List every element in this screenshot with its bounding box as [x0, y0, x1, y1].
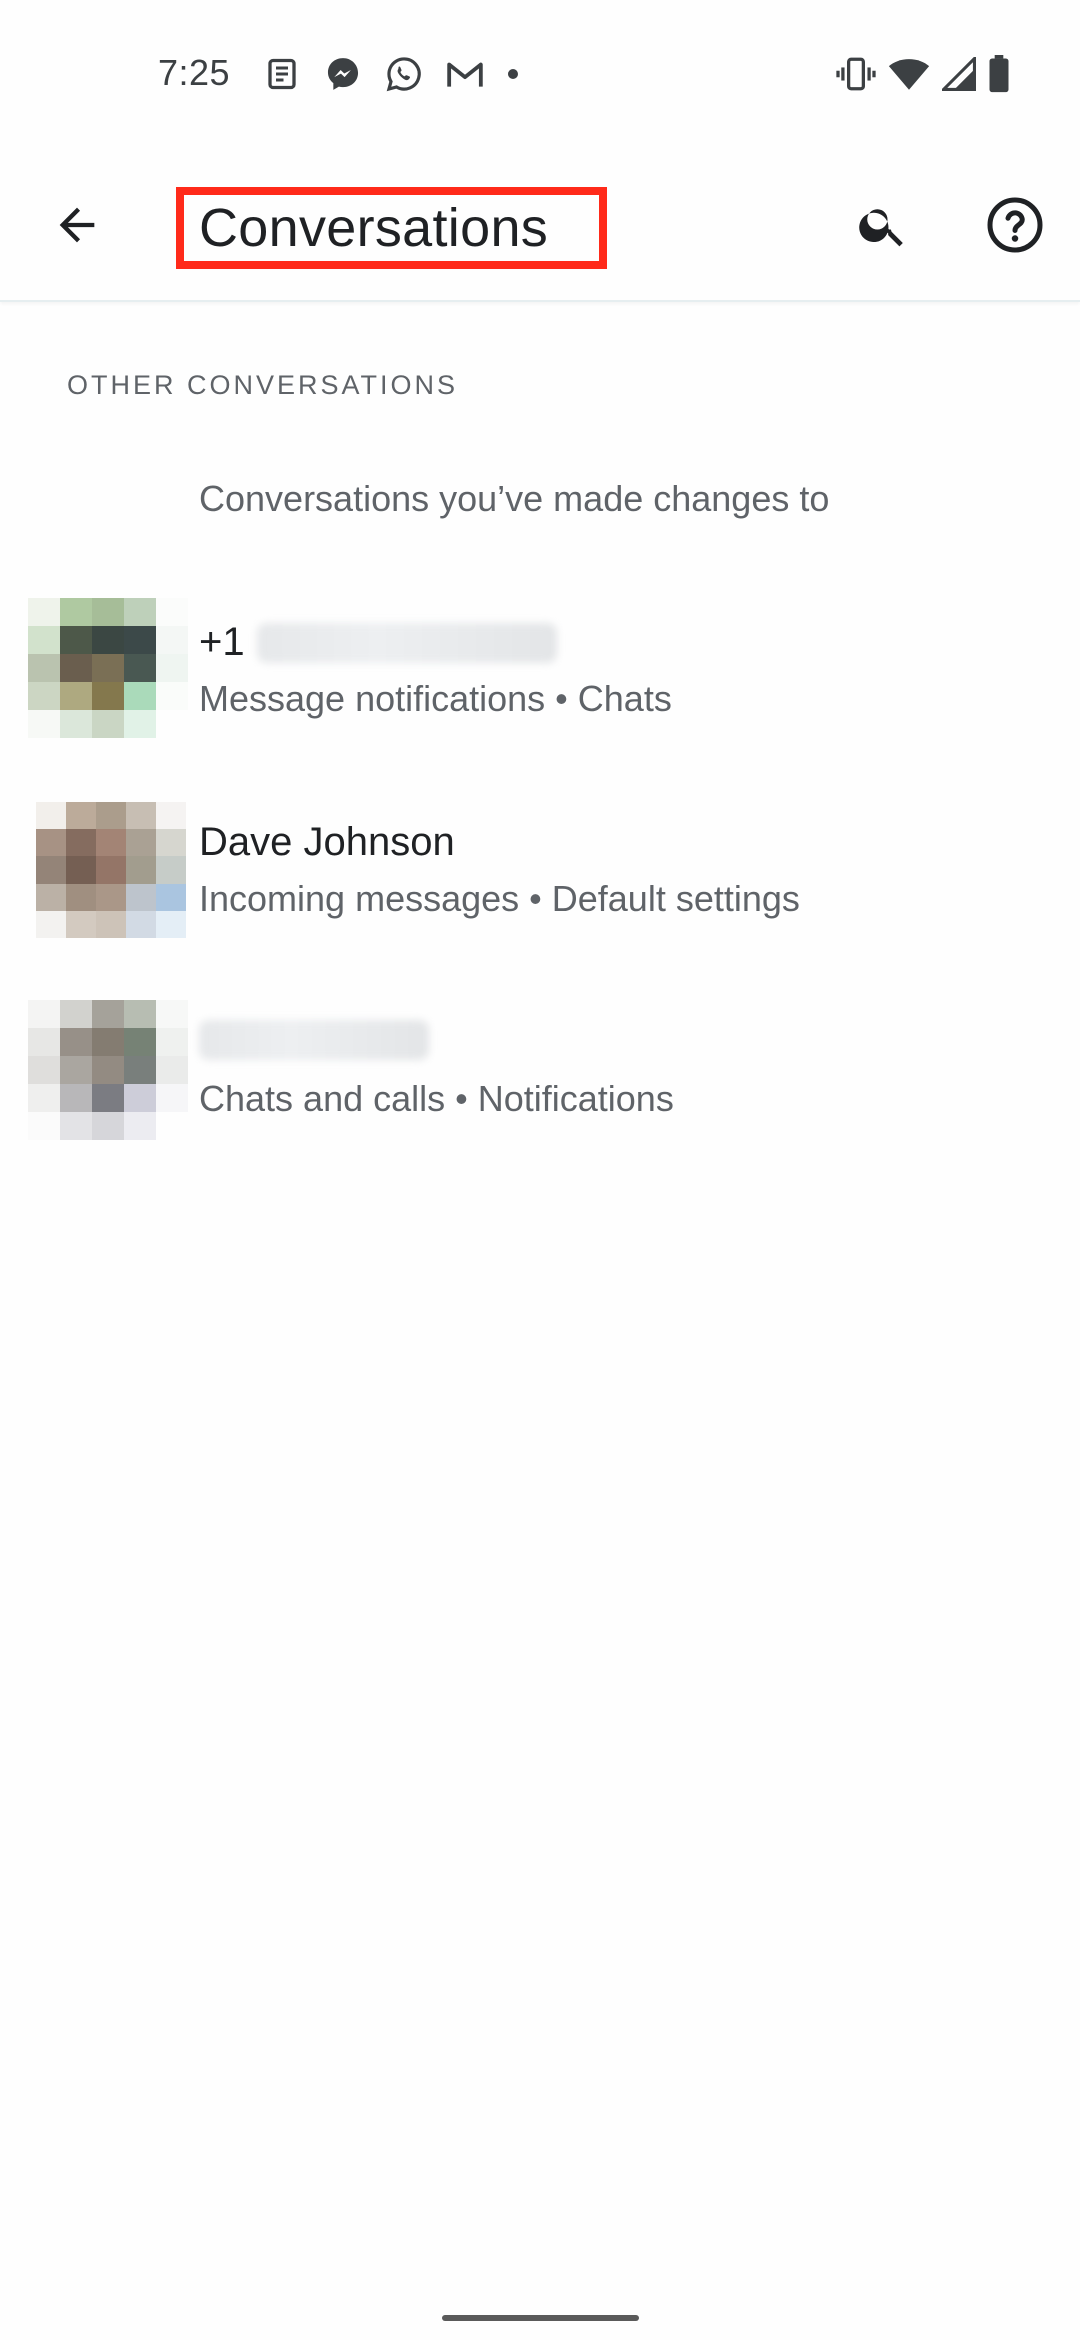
back-button[interactable] — [40, 188, 114, 262]
avatar — [36, 802, 186, 938]
conversation-item-3[interactable]: Chats and calls • Notifications — [0, 990, 1080, 1160]
dot-icon — [506, 54, 520, 94]
conversation-item-1[interactable]: +1 Message notifications • Chats — [0, 590, 1080, 760]
system-icons — [824, 54, 1010, 94]
battery-icon — [988, 54, 1010, 94]
app-bar: Conversations — [0, 150, 1080, 302]
help-icon — [987, 197, 1043, 253]
status-time: 7:25 — [158, 52, 231, 93]
back-arrow-icon — [59, 207, 95, 243]
redacted-contact-name — [199, 1020, 429, 1060]
avatar — [28, 598, 188, 738]
conversation-details: Incoming messages • Default settings — [199, 878, 800, 919]
conversation-name: +1 — [199, 620, 557, 665]
whatsapp-icon — [384, 54, 424, 94]
notification-icons — [262, 54, 541, 94]
page-title: Conversations — [176, 187, 607, 269]
avatar — [28, 1000, 188, 1140]
page-title-text: Conversations — [199, 198, 549, 258]
vibrate-icon — [836, 54, 876, 94]
phone-prefix: +1 — [199, 620, 245, 664]
conversation-name: Dave Johnson — [199, 820, 455, 864]
redacted-phone-number — [256, 622, 557, 663]
messenger-icon — [323, 54, 363, 94]
section-subtitle: Conversations you’ve made changes to — [199, 478, 830, 519]
gmail-icon — [445, 54, 485, 94]
conversation-details: Message notifications • Chats — [199, 678, 672, 719]
help-button[interactable] — [976, 186, 1054, 264]
wifi-icon — [888, 54, 930, 94]
conversation-details: Chats and calls • Notifications — [199, 1078, 674, 1119]
search-icon — [859, 209, 903, 247]
signal-icon — [942, 54, 976, 94]
gesture-nav-handle[interactable] — [442, 2315, 639, 2321]
search-button[interactable] — [846, 188, 920, 262]
status-bar: 7:25 — [0, 0, 1080, 150]
conversation-name — [199, 1020, 429, 1060]
conversation-item-2[interactable]: Dave Johnson Incoming messages • Default… — [0, 790, 1080, 960]
news-icon — [262, 54, 302, 94]
section-header: OTHER CONVERSATIONS — [67, 370, 459, 400]
